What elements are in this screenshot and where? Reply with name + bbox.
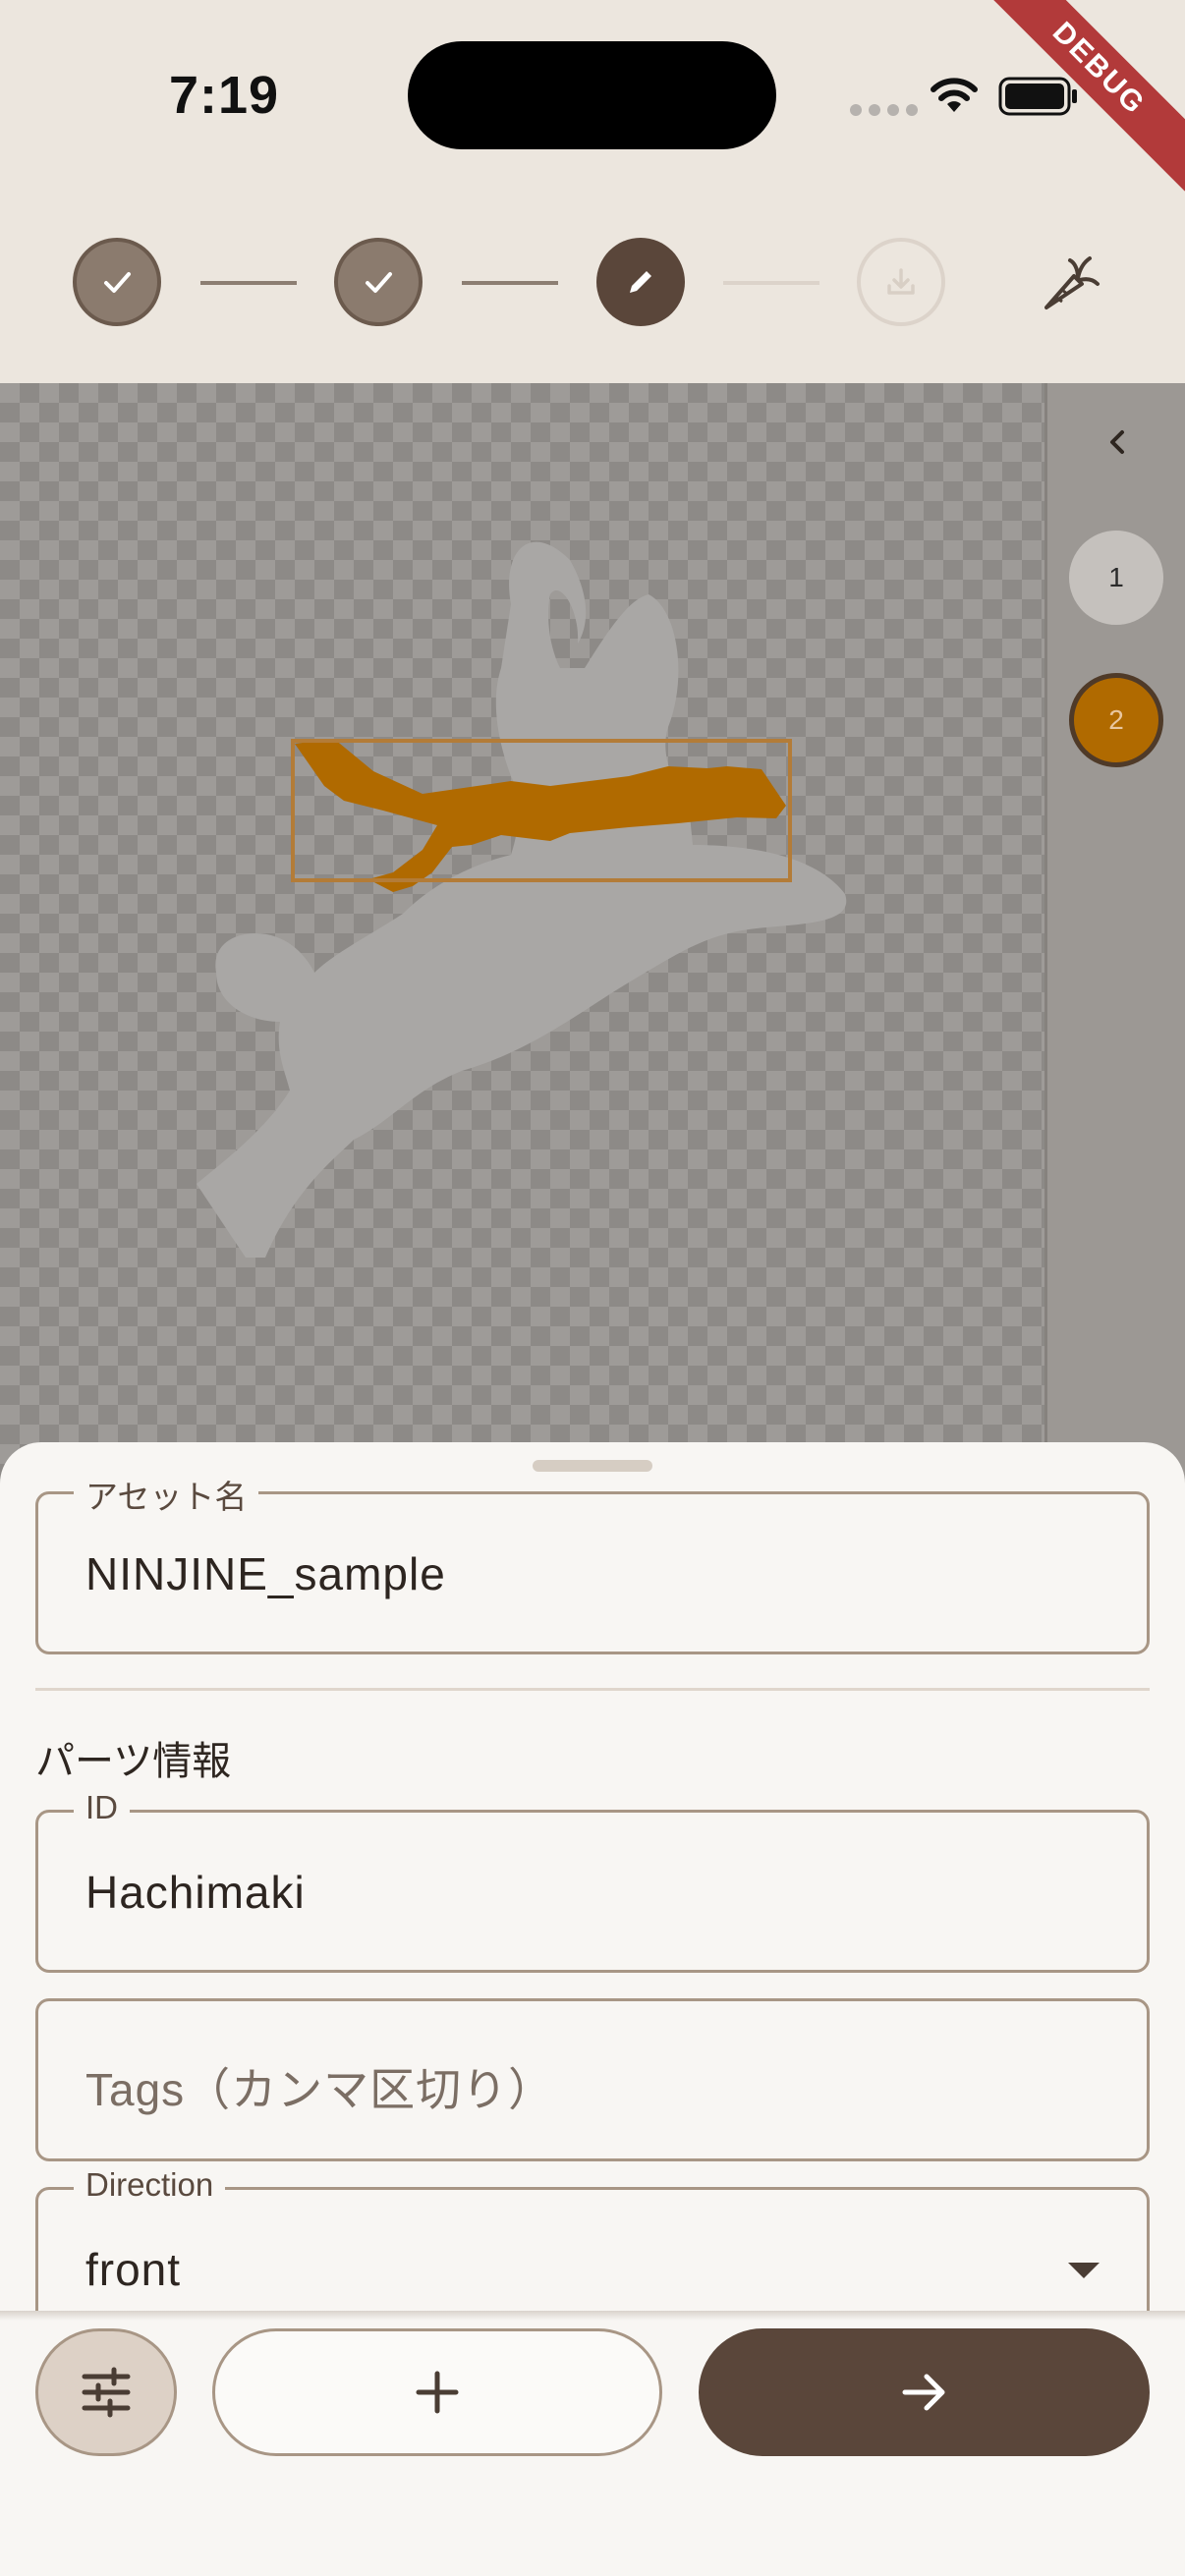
wifi-icon bbox=[931, 78, 978, 112]
asset-name-field[interactable]: アセット名 NINJINE_sample bbox=[35, 1471, 1150, 1654]
tags-field[interactable]: Tags（カンマ区切り） bbox=[35, 1998, 1150, 2161]
add-part-button[interactable] bbox=[212, 2328, 662, 2456]
dropdown-arrow-icon[interactable] bbox=[1068, 2263, 1100, 2278]
direction-value[interactable]: front bbox=[85, 2243, 181, 2296]
battery-icon bbox=[998, 77, 1077, 116]
section-divider bbox=[35, 1688, 1150, 1691]
dynamic-island bbox=[408, 41, 776, 149]
step-connector bbox=[200, 281, 297, 285]
asset-name-label: アセット名 bbox=[74, 1471, 259, 1518]
settings-button[interactable] bbox=[35, 2328, 177, 2456]
layer-item-1[interactable]: 1 bbox=[1069, 531, 1163, 625]
pencil-icon bbox=[630, 271, 651, 293]
download-icon bbox=[887, 268, 915, 295]
asset-name-value[interactable]: NINJINE_sample bbox=[85, 1547, 446, 1600]
step-connector bbox=[723, 281, 819, 285]
check-icon bbox=[104, 272, 131, 293]
step-4-todo[interactable] bbox=[857, 238, 945, 326]
character-silhouette bbox=[197, 541, 847, 1258]
cellular-signal-icon bbox=[850, 104, 918, 116]
carrot-icon bbox=[1044, 256, 1100, 309]
parts-section-title: パーツ情報 bbox=[35, 1740, 232, 1783]
carrot-menu-button[interactable] bbox=[1025, 241, 1109, 325]
check-icon bbox=[366, 272, 392, 293]
status-time: 7:19 bbox=[169, 66, 280, 125]
step-2-done[interactable] bbox=[334, 238, 423, 326]
id-value[interactable]: Hachimaki bbox=[85, 1866, 306, 1919]
id-field[interactable]: ID Hachimaki bbox=[35, 1789, 1150, 1973]
next-button[interactable] bbox=[699, 2328, 1150, 2456]
bottom-action-bar bbox=[0, 2311, 1185, 2576]
direction-dropdown[interactable]: Direction front bbox=[35, 2166, 1150, 2311]
arrow-right-icon bbox=[902, 2374, 944, 2411]
plus-icon bbox=[416, 2371, 459, 2414]
top-area: 7:19 DEBUG bbox=[0, 0, 1185, 383]
sliders-icon bbox=[82, 2367, 131, 2418]
chevron-left-icon[interactable] bbox=[1099, 422, 1138, 462]
editor-canvas[interactable] bbox=[0, 383, 1044, 1484]
layer-item-2[interactable]: 2 bbox=[1069, 673, 1163, 767]
tags-placeholder[interactable]: Tags（カンマ区切り） bbox=[85, 2054, 554, 2119]
sheet-drag-handle[interactable] bbox=[533, 1460, 652, 1472]
step-1-done[interactable] bbox=[73, 238, 161, 326]
parts-bottom-sheet: アセット名 NINJINE_sample パーツ情報 ID Hachimaki … bbox=[0, 1442, 1185, 2311]
step-3-current[interactable] bbox=[596, 238, 685, 326]
layer-rail: 1 2 bbox=[1044, 383, 1185, 1484]
direction-label: Direction bbox=[74, 2166, 226, 2204]
sheet-shadow bbox=[0, 2311, 1185, 2321]
step-connector bbox=[462, 281, 558, 285]
id-label: ID bbox=[74, 1789, 130, 1826]
